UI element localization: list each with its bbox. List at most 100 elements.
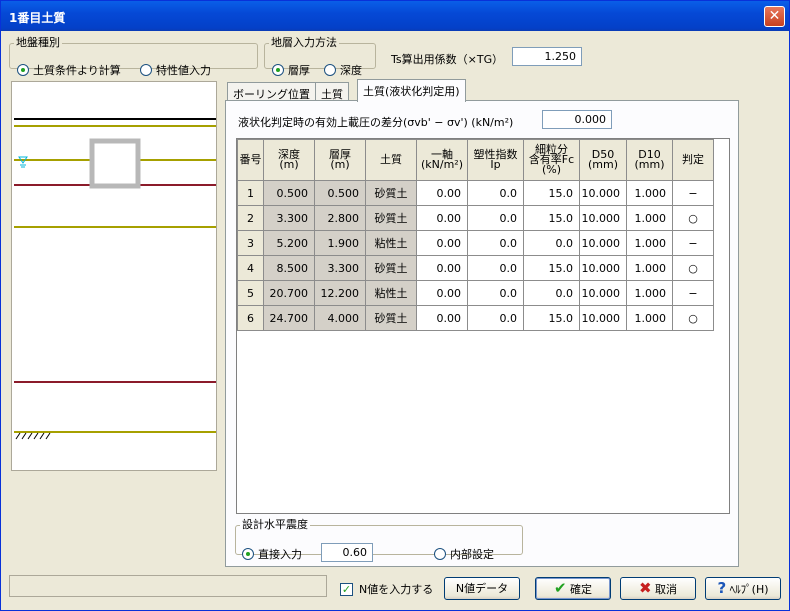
cancel-button[interactable]: ✖ 取消: [620, 577, 696, 600]
bearing-hatch-icon: [15, 432, 51, 440]
table-cell[interactable]: 10.000: [579, 280, 627, 306]
table-cell[interactable]: 0.0: [467, 205, 524, 231]
column-header: 層厚 (m): [314, 139, 366, 181]
table-cell[interactable]: 1.000: [626, 280, 673, 306]
radio-dot: [434, 548, 446, 560]
seismic-input[interactable]: 0.60: [321, 543, 373, 562]
table-cell[interactable]: 0.0: [523, 280, 580, 306]
water-level-icon: [18, 156, 28, 168]
table-cell[interactable]: 3.300: [263, 205, 315, 231]
boring-preview: [11, 81, 217, 471]
soil-table-grid: 番号 深度 (m) 層厚 (m) 土質 一軸 (kN/m²) 塑性指数 Ip 細粒分 含有率Fc (%)…: [236, 138, 730, 514]
close-button[interactable]: ✕: [764, 6, 785, 27]
radio-depth[interactable]: 深度: [324, 62, 362, 78]
table-cell[interactable]: 砂質土: [365, 305, 417, 331]
n-data-button[interactable]: N値データ: [444, 577, 520, 600]
radio-dot: [140, 64, 152, 76]
judgement-cell: ○: [672, 255, 714, 281]
header-line: 土質: [380, 153, 402, 166]
ok-button[interactable]: ✔ 確定: [535, 577, 611, 600]
status-bar: [9, 575, 327, 597]
column-header: 一軸 (kN/m²): [416, 139, 468, 181]
radio-thickness-label: 層厚: [288, 64, 310, 77]
structure-box: [89, 138, 141, 189]
radio-soil-calc[interactable]: 土質条件より計算: [17, 62, 121, 78]
table-cell[interactable]: 0.00: [416, 180, 468, 206]
table-cell[interactable]: 0.00: [416, 230, 468, 256]
table-cell[interactable]: 粘性土: [365, 230, 417, 256]
table-cell[interactable]: 20.700: [263, 280, 315, 306]
table-cell[interactable]: 0.0: [467, 255, 524, 281]
table-cell[interactable]: 24.700: [263, 305, 315, 331]
table-cell[interactable]: 8.500: [263, 255, 315, 281]
table-cell[interactable]: 0.00: [416, 255, 468, 281]
table-cell[interactable]: 10.000: [579, 305, 627, 331]
radio-thickness[interactable]: 層厚: [272, 62, 310, 78]
table-cell[interactable]: 0.500: [314, 180, 366, 206]
table-cell[interactable]: 0.00: [416, 280, 468, 306]
table-cell[interactable]: 1.000: [626, 180, 673, 206]
radio-char-value[interactable]: 特性値入力: [140, 62, 211, 78]
header-line: Ip: [490, 158, 501, 171]
table-cell[interactable]: 1.000: [626, 305, 673, 331]
tab-boring-position[interactable]: ボーリング位置: [227, 82, 316, 102]
close-icon: ✕: [768, 8, 781, 24]
table-cell[interactable]: 10.000: [579, 180, 627, 206]
table-cell[interactable]: 0.00: [416, 305, 468, 331]
table-cell[interactable]: 5.200: [263, 230, 315, 256]
table-cell[interactable]: 4.000: [314, 305, 366, 331]
radio-direct-input[interactable]: 直接入力: [242, 546, 302, 562]
row-number: 4: [237, 255, 264, 281]
table-cell[interactable]: 1.900: [314, 230, 366, 256]
table-cell[interactable]: 1.000: [626, 205, 673, 231]
header-line: (kN/m²): [420, 158, 463, 171]
table-cell[interactable]: 砂質土: [365, 180, 417, 206]
judgement-cell: −: [672, 280, 714, 306]
judgement-cell: ○: [672, 205, 714, 231]
table-cell[interactable]: 10.000: [579, 255, 627, 281]
table-cell[interactable]: 0.0: [467, 230, 524, 256]
table-cell[interactable]: 3.300: [314, 255, 366, 281]
table-cell[interactable]: 10.000: [579, 205, 627, 231]
dialog-window: 1番目土質 ✕ 地盤種別 土質条件より計算 特性値入力 地層入力方法 層厚 深度…: [0, 0, 790, 611]
table-cell[interactable]: 1.000: [626, 255, 673, 281]
table-cell[interactable]: 0.00: [416, 205, 468, 231]
table-row: 1 0.500 0.500 砂質土 0.00 0.0 15.0 10.000 1.000−: [237, 180, 714, 206]
table-row: 5 20.700 12.200 粘性土 0.00 0.0 0.0 10.000 1.000−: [237, 280, 714, 306]
table-cell[interactable]: 0.500: [263, 180, 315, 206]
help-button[interactable]: ? ﾍﾙﾌﾟ(H): [705, 577, 781, 600]
table-cell[interactable]: 0.0: [467, 305, 524, 331]
radio-dot: [272, 64, 284, 76]
table-cell[interactable]: 15.0: [523, 255, 580, 281]
table-cell[interactable]: 1.000: [626, 230, 673, 256]
ts-input[interactable]: 1.250: [512, 47, 582, 66]
radio-dot: [242, 548, 254, 560]
column-header: 細粒分 含有率Fc (%): [523, 139, 580, 181]
table-cell[interactable]: 2.800: [314, 205, 366, 231]
n-value-checkbox[interactable]: ✓ N値を入力する: [340, 581, 433, 597]
table-cell[interactable]: 15.0: [523, 205, 580, 231]
judgement-cell: −: [672, 230, 714, 256]
table-cell[interactable]: 砂質土: [365, 205, 417, 231]
tab-soil[interactable]: 土質: [315, 82, 349, 102]
table-cell[interactable]: 15.0: [523, 180, 580, 206]
table-row: 3 5.200 1.900 粘性土 0.00 0.0 0.0 10.000 1.000−: [237, 230, 714, 256]
window-title: 1番目土質: [9, 11, 66, 25]
table-cell[interactable]: 0.0: [467, 280, 524, 306]
header-line: (mm): [634, 158, 665, 171]
tab-soil-liquefaction[interactable]: 土質(液状化判定用): [357, 79, 466, 102]
pressure-input[interactable]: 0.000: [542, 110, 612, 129]
table-cell[interactable]: 砂質土: [365, 255, 417, 281]
seismic-legend: 設計水平震度: [242, 518, 308, 531]
table-cell[interactable]: 粘性土: [365, 280, 417, 306]
table-cell[interactable]: 0.0: [467, 180, 524, 206]
table-cell[interactable]: 0.0: [523, 230, 580, 256]
header-line: 判定: [682, 153, 704, 166]
table-cell[interactable]: 15.0: [523, 305, 580, 331]
radio-depth-label: 深度: [340, 64, 362, 77]
table-cell[interactable]: 12.200: [314, 280, 366, 306]
radio-internal-setting[interactable]: 内部設定: [434, 546, 494, 562]
column-header: 土質: [365, 139, 417, 181]
pressure-label: 液状化判定時の有効上載圧の差分(σvb' − σv') (kN/m²): [238, 116, 514, 129]
table-cell[interactable]: 10.000: [579, 230, 627, 256]
